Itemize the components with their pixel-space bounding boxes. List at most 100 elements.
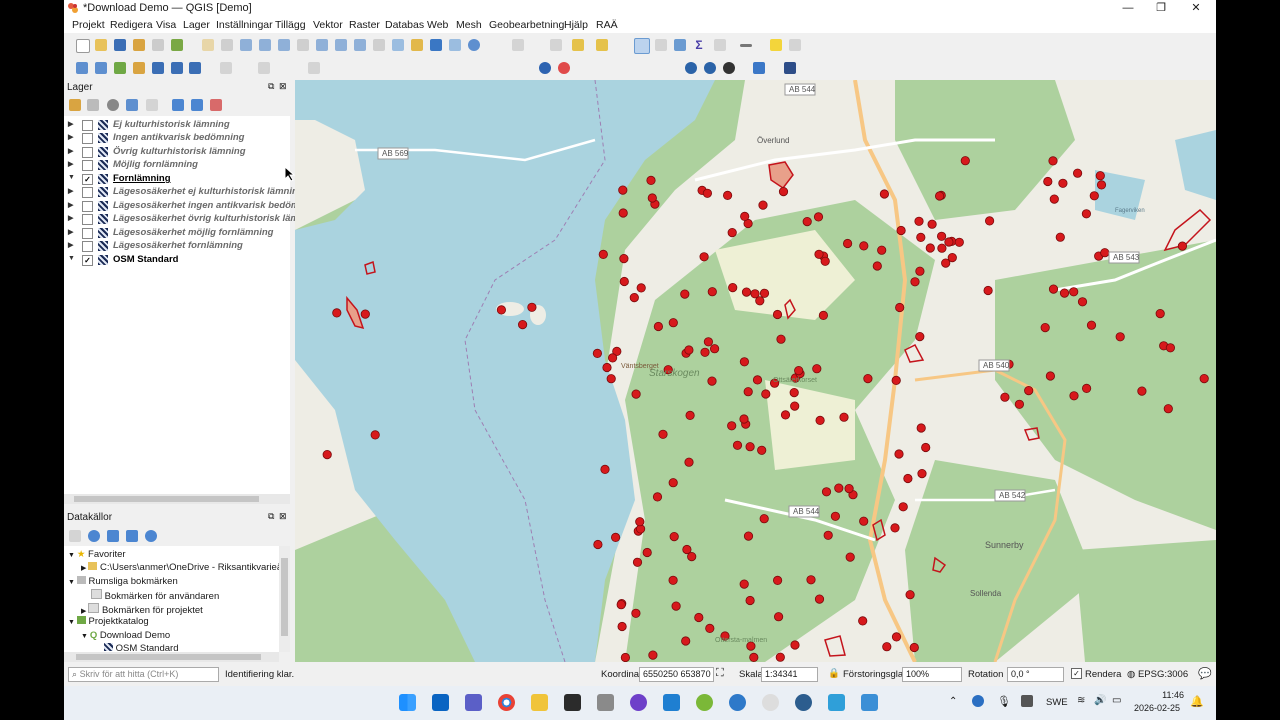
fornlamning-point[interactable] (859, 241, 869, 251)
fornlamning-point[interactable] (652, 492, 663, 502)
fornlamning-point[interactable] (772, 309, 783, 320)
fornlamning-point[interactable] (699, 252, 709, 262)
fornlamning-point[interactable] (1086, 320, 1097, 330)
network-tray-icon[interactable] (1021, 695, 1033, 707)
fornlamning-point[interactable] (1077, 297, 1088, 307)
fornlamning-point[interactable] (752, 375, 763, 385)
zoom-layer-icon[interactable] (316, 39, 328, 51)
fornlamning-point[interactable] (592, 348, 602, 358)
fornlamning-point[interactable] (937, 243, 947, 253)
notifications-icon[interactable]: 🔔 (1190, 695, 1204, 708)
fornlamning-point[interactable] (983, 285, 993, 296)
fornlamning-point[interactable] (727, 228, 737, 238)
fornlamning-point[interactable] (1100, 248, 1110, 258)
fornlamning-point[interactable] (619, 254, 629, 264)
microphone-icon[interactable]: 🎙 (997, 695, 1011, 708)
fornlamning-point[interactable] (954, 237, 964, 247)
fornlamning-point[interactable] (1165, 343, 1176, 353)
layers-hscrollbar[interactable] (64, 494, 290, 504)
fornlamning-point[interactable] (598, 249, 608, 259)
fornlamning-point[interactable] (802, 217, 812, 227)
raa-plugin-icon[interactable] (784, 62, 796, 74)
extents-toggle-icon[interactable]: ⛶ (716, 667, 724, 680)
show-bookmarks-icon[interactable] (430, 39, 442, 51)
menu-lager[interactable]: Lager (183, 19, 210, 31)
qgis-taskbar-icon[interactable] (696, 694, 713, 711)
fornlamning-point[interactable] (775, 652, 785, 662)
filter-expression-icon[interactable] (146, 99, 158, 111)
fornlamning-point[interactable] (1081, 209, 1092, 219)
attribute-table-icon[interactable] (655, 39, 667, 51)
github-icon[interactable] (630, 694, 647, 711)
fornlamning-point[interactable] (700, 347, 710, 357)
fornlamning-point[interactable] (944, 237, 954, 247)
fornlamning-point[interactable] (794, 365, 804, 376)
fornlamning-point[interactable] (619, 276, 629, 287)
fornlamning-point[interactable] (684, 345, 694, 355)
manage-theme-icon[interactable] (107, 99, 119, 111)
menu-projekt[interactable]: Projekt (72, 19, 105, 31)
layer-checkbox[interactable]: ✓ (82, 174, 93, 185)
outlook-icon[interactable] (432, 694, 449, 711)
fornlamning-point[interactable] (927, 219, 937, 229)
terminal-icon[interactable] (564, 694, 581, 711)
add-layer-icon[interactable] (95, 62, 107, 74)
fornlamning-point[interactable] (780, 410, 791, 420)
fornlamning-point[interactable] (858, 616, 868, 626)
fornlamning-point[interactable] (903, 473, 913, 484)
fornlamning-point[interactable] (745, 595, 755, 606)
temporal-controller-icon[interactable] (449, 39, 461, 51)
vscode-icon[interactable] (663, 694, 680, 711)
menu-geobearbetning[interactable]: Geobearbetning (489, 19, 564, 31)
map-canvas[interactable]: AB 544 AB 569 Överlund AB 543 AB 540 AB … (295, 80, 1216, 662)
menu-tillagg[interactable]: Tillägg (275, 19, 306, 31)
menu-databas[interactable]: Databas (385, 19, 424, 31)
layer-checkbox[interactable] (82, 147, 93, 158)
layer-checkbox[interactable] (82, 120, 93, 131)
fornlamning-point[interactable] (1155, 309, 1165, 319)
chrome-icon[interactable] (498, 694, 515, 711)
style-manager-icon[interactable] (171, 39, 183, 51)
app-icon[interactable] (729, 694, 746, 711)
fornlamning-point[interactable] (1024, 385, 1034, 396)
fornlamning-point[interactable] (685, 410, 695, 420)
fornlamning-point[interactable] (844, 483, 854, 494)
fornlamning-point[interactable] (815, 415, 825, 425)
fornlamning-point[interactable] (879, 189, 890, 199)
menu-web[interactable]: Web (427, 19, 448, 31)
python-icon[interactable] (753, 62, 765, 74)
add-vector-icon[interactable] (114, 62, 126, 74)
fornlamning-point[interactable] (761, 389, 771, 399)
remote-desktop-icon[interactable] (828, 694, 845, 711)
clock-date[interactable]: 2026-02-25 (1134, 703, 1180, 713)
messages-icon[interactable]: 💬 (1198, 667, 1212, 680)
menu-raa[interactable]: RAÄ (596, 19, 618, 31)
fornlamning-point[interactable] (631, 389, 641, 399)
fornlamning-point[interactable] (732, 440, 743, 450)
layer-checkbox[interactable] (82, 187, 93, 198)
chevron-up-icon[interactable]: ⌃ (949, 696, 957, 707)
fornlamning-point[interactable] (694, 612, 704, 623)
fornlamning-point[interactable] (705, 623, 715, 634)
fornlamning-point[interactable] (668, 575, 678, 585)
fornlamning-point[interactable] (617, 621, 627, 632)
new-project-icon[interactable] (76, 39, 90, 53)
select-features-icon[interactable] (550, 39, 562, 51)
map-tips-icon[interactable] (770, 39, 782, 51)
layer-checkbox[interactable] (82, 201, 93, 212)
menu-redigera[interactable]: Redigera (110, 19, 153, 31)
fornlamning-point[interactable] (916, 232, 926, 242)
add-wms-icon[interactable] (171, 62, 183, 74)
fornlamning-point[interactable] (812, 364, 822, 374)
select-by-value-icon[interactable] (572, 39, 584, 51)
fornlamning-point[interactable] (914, 216, 924, 226)
fornlamning-point[interactable] (1199, 373, 1209, 384)
zoom-full-icon[interactable] (278, 39, 290, 51)
zoom-next-icon[interactable] (373, 39, 385, 51)
fornlamning-point[interactable] (671, 601, 681, 611)
close-panel-icon[interactable]: ⊠ (279, 81, 287, 92)
fornlamning-point[interactable] (743, 387, 753, 397)
layer-item[interactable]: ▶ Möjlig fornlämning (64, 159, 290, 172)
layer-styling-icon[interactable] (69, 99, 81, 111)
crs-button[interactable]: ◍ EPSG:3006 (1127, 669, 1188, 680)
